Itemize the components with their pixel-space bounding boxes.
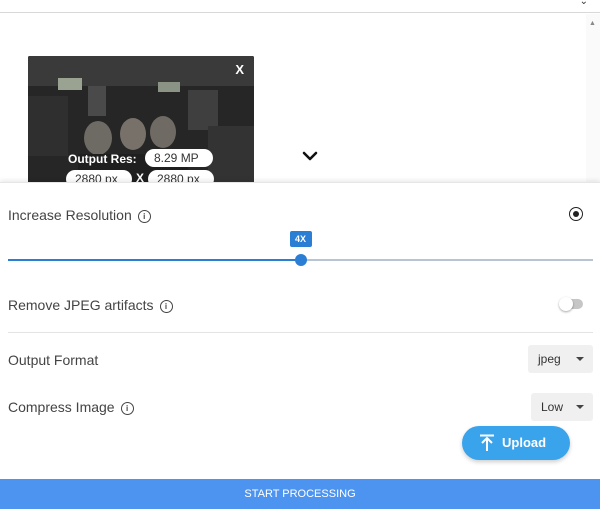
slider-fill [8,259,301,261]
remove-artifacts-label: Remove JPEG artifacts [8,297,154,313]
output-format-select[interactable]: jpeg [528,345,593,373]
increase-resolution-radio[interactable] [569,207,583,221]
compress-image-value: Low [541,400,564,414]
caret-down-icon [576,405,584,409]
increase-resolution-label: Increase Resolution [8,207,132,223]
caret-down-icon [576,357,584,361]
chevron-down-icon[interactable]: ⌄ [580,0,588,7]
info-icon[interactable]: i [120,401,134,415]
upload-button[interactable]: Upload [462,426,570,460]
expand-chevron-icon[interactable] [300,148,320,164]
compress-image-select[interactable]: Low [531,393,593,421]
scroll-up-icon[interactable]: ▲ [589,20,596,27]
output-format-label: Output Format [8,352,99,368]
upload-label: Upload [502,435,547,450]
megapixels-field[interactable]: 8.29 MP [145,149,213,167]
remove-artifacts-toggle[interactable] [559,297,583,311]
resolution-slider[interactable]: 4X [8,231,593,266]
remove-artifacts-row: Remove JPEG artifacts i [8,297,173,313]
close-preview-button[interactable]: X [235,62,244,77]
scrollbar[interactable]: ▲ [586,14,600,184]
increase-resolution-row: Increase Resolution i [8,207,151,223]
bottom-spacer [0,509,600,513]
divider [8,332,593,333]
compress-image-label: Compress Image [8,399,115,415]
compress-image-row: Compress Image i [8,399,134,415]
toggle-knob[interactable] [559,297,573,311]
upload-arrow-icon [480,434,494,451]
slider-thumb[interactable] [294,254,307,266]
top-input-strip[interactable]: ⌄ [0,0,600,13]
image-preview: X Output Res: 8.29 MP 2880 px X 2880 px [28,56,254,184]
slider-value-bubble: 4X [289,231,312,247]
info-icon[interactable]: i [137,209,151,223]
preview-photo [28,56,254,184]
output-format-row: Output Format [8,352,98,368]
output-res-label: Output Res: [68,152,137,166]
info-icon[interactable]: i [159,299,173,313]
start-processing-button[interactable]: START PROCESSING [0,479,600,509]
output-format-value: jpeg [538,352,561,366]
